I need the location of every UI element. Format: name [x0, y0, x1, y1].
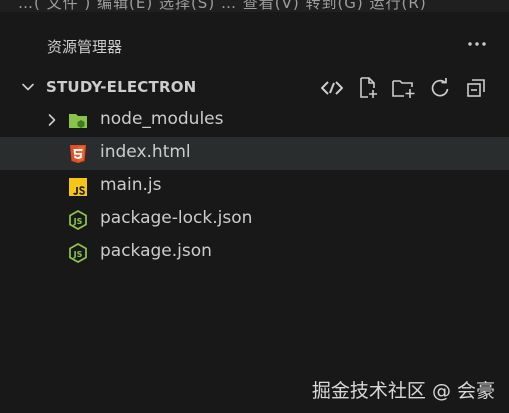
code-sync-button[interactable] — [319, 75, 345, 101]
tree-item-label: package.json — [100, 241, 212, 261]
svg-text:JS: JS — [73, 217, 83, 226]
nodejs-icon: JS — [69, 243, 87, 263]
new-folder-button[interactable] — [391, 75, 417, 101]
refresh-button[interactable] — [427, 75, 453, 101]
tree-item-label: main.js — [100, 175, 162, 195]
tree-item-node-modules[interactable]: node_modules — [0, 104, 509, 137]
vscode-explorer-window: …( 文件 ) 编辑(E) 选择(S) … 查看(V) 转到(G) 运行(R) … — [0, 0, 509, 413]
ellipsis-icon — [468, 42, 486, 46]
folder-section-header[interactable]: STUDY-ELECTRON — [0, 72, 509, 102]
tree-item-label: package-lock.json — [100, 208, 253, 228]
tree-item-package-json[interactable]: JS package.json — [0, 236, 509, 269]
js-file-icon — [69, 178, 87, 196]
watermark-text: 掘金技术社区 @ 会豪 — [311, 380, 495, 402]
code-sync-icon — [321, 81, 343, 95]
node-folder-icon — [69, 114, 87, 128]
new-file-button[interactable] — [355, 75, 381, 101]
html5-icon — [70, 145, 86, 163]
explorer-title: 资源管理器 — [47, 38, 123, 56]
tree-item-package-lock-json[interactable]: JS package-lock.json — [0, 203, 509, 236]
new-folder-icon — [392, 80, 415, 98]
menu-bar-fragment: …( 文件 ) 编辑(E) 选择(S) … 查看(V) 转到(G) 运行(R) — [0, 0, 509, 12]
explorer-header: 资源管理器 — [0, 26, 509, 64]
tree-item-index-html[interactable]: index.html — [0, 137, 509, 170]
workspace-folder-title[interactable]: STUDY-ELECTRON — [46, 78, 196, 96]
file-tree: node_modules index.html main.js JS packa… — [0, 104, 509, 269]
nodejs-icon: JS — [69, 210, 87, 230]
collapse-all-button[interactable] — [463, 75, 489, 101]
tree-item-label: node_modules — [100, 109, 224, 129]
collapse-all-icon — [467, 79, 485, 97]
new-file-icon — [360, 77, 377, 98]
tree-item-label: index.html — [100, 142, 191, 162]
section-actions — [319, 75, 489, 101]
chevron-down-icon[interactable] — [20, 79, 36, 95]
refresh-icon — [431, 78, 449, 97]
svg-text:JS: JS — [73, 250, 83, 259]
tree-item-main-js[interactable]: main.js — [0, 170, 509, 203]
more-actions-button[interactable] — [465, 32, 489, 56]
chevron-right-icon[interactable] — [44, 112, 60, 128]
menu-bar-text: …( 文件 ) 编辑(E) 选择(S) … 查看(V) 转到(G) 运行(R) — [18, 0, 427, 12]
